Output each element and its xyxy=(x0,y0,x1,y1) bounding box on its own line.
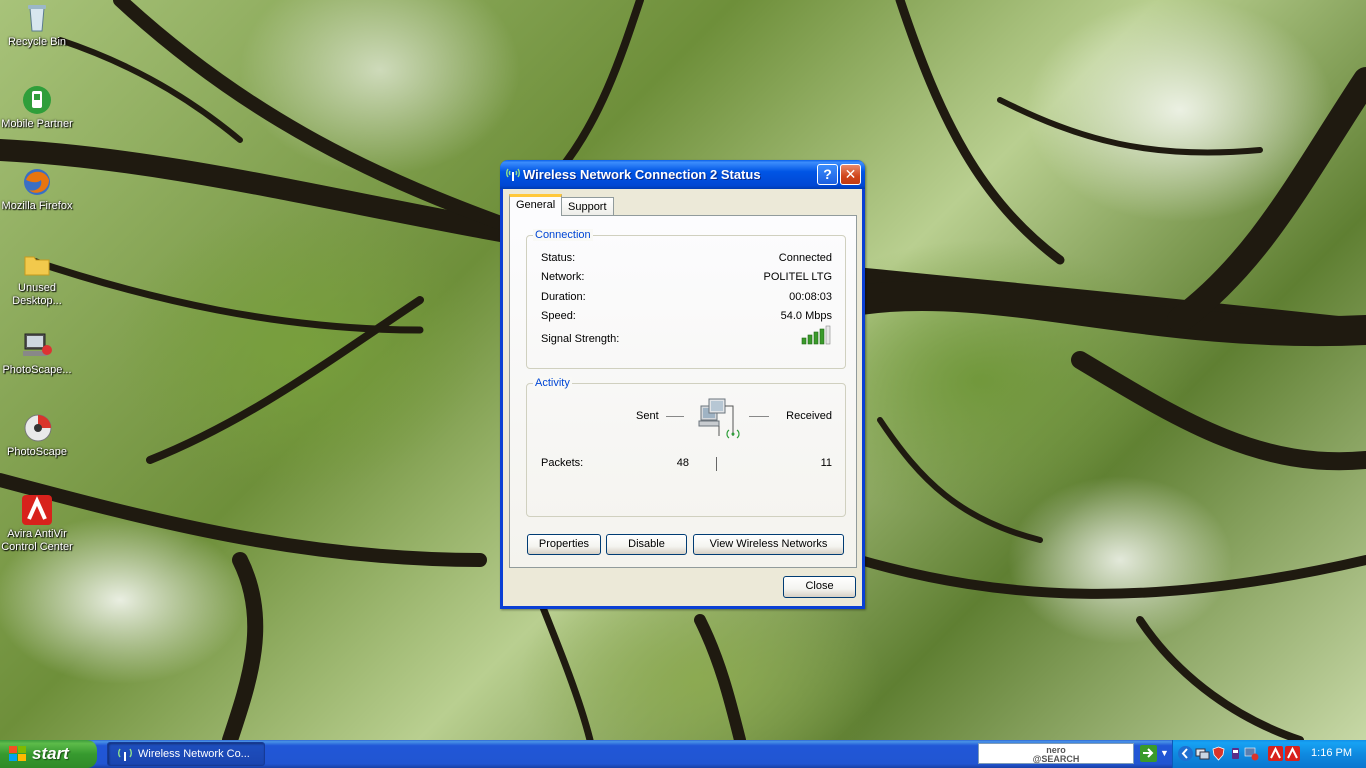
desktop-icon-label: Mobile Partner xyxy=(1,118,73,130)
received-line xyxy=(749,416,769,417)
nero-search-box[interactable]: nero @SEARCH xyxy=(978,743,1134,764)
nero-dropdown-icon[interactable]: ▼ xyxy=(1160,748,1169,758)
packets-label: Packets: xyxy=(541,457,584,469)
windows-logo-icon xyxy=(9,746,27,767)
tab-panel-general: Connection Status: Connected Network: PO… xyxy=(509,215,857,568)
recycle-bin-icon xyxy=(21,2,53,34)
tab-general[interactable]: General xyxy=(509,194,563,216)
signal-bar xyxy=(813,331,819,345)
photoscape-computer-icon xyxy=(21,330,53,362)
duration-value: 00:08:03 xyxy=(789,291,832,303)
packets-sent-value: 48 xyxy=(676,457,689,469)
help-button[interactable]: ? xyxy=(817,164,838,185)
nero-search-text: @SEARCH xyxy=(1032,754,1080,764)
taskbar-item-label: Wireless Network Co... xyxy=(138,748,250,760)
network-value: POLITEL LTG xyxy=(763,271,832,283)
desktop-icon-label: Avira AntiVir Control Center xyxy=(1,528,73,553)
desktop-icon-label: Mozilla Firefox xyxy=(1,200,73,212)
duration-label: Duration: xyxy=(541,291,586,303)
wireless-network-icon xyxy=(117,747,133,764)
activity-group-title: Activity xyxy=(533,377,572,389)
system-tray: 1:16 PM xyxy=(1172,740,1366,768)
network-tray-icon[interactable] xyxy=(1195,746,1210,761)
status-value: Connected xyxy=(778,252,832,264)
chevron-left-icon[interactable] xyxy=(1178,746,1193,761)
disable-button[interactable]: Disable xyxy=(606,534,687,555)
firefox-icon xyxy=(21,166,53,198)
speed-value: 54.0 Mbps xyxy=(780,310,832,322)
start-label: start xyxy=(32,744,69,763)
signal-bar xyxy=(807,334,813,345)
desktop-icon-firefox[interactable]: Mozilla Firefox xyxy=(0,166,74,213)
security-shield-icon[interactable] xyxy=(1211,746,1226,761)
network-computers-icon xyxy=(697,396,741,447)
wireless-network-icon xyxy=(505,167,521,184)
received-label: Received xyxy=(786,410,832,422)
desktop-icon-label: Unused Desktop... xyxy=(12,282,62,307)
taskbar-item-wireless-status[interactable]: Wireless Network Co... xyxy=(107,742,265,766)
close-x-button[interactable]: ✕ xyxy=(840,164,861,185)
close-button[interactable]: Close xyxy=(783,576,856,598)
photoscape-icon xyxy=(21,412,53,444)
connection-group-title: Connection xyxy=(533,229,593,241)
tab-support[interactable]: Support xyxy=(561,197,614,217)
packets-received-value: 11 xyxy=(820,457,832,469)
sent-line xyxy=(666,416,684,417)
desktop-icon-mobile-partner[interactable]: Mobile Partner xyxy=(0,84,74,131)
network-label: Network: xyxy=(541,271,585,283)
clock[interactable]: 1:16 PM xyxy=(1311,747,1352,759)
packets-divider xyxy=(716,457,717,471)
desktop-icon-photoscape-2[interactable]: PhotoScape xyxy=(0,412,74,459)
usb-device-icon[interactable] xyxy=(1228,746,1243,761)
speed-label: Speed: xyxy=(541,310,576,322)
signal-bar xyxy=(801,337,807,345)
avira-guard-icon[interactable] xyxy=(1285,746,1300,761)
desktop-icon-label: PhotoScape... xyxy=(2,364,72,376)
folder-icon xyxy=(21,248,53,280)
signal-strength-bars-icon xyxy=(800,325,832,348)
desktop-icon-recycle-bin[interactable]: Recycle Bin xyxy=(0,2,74,49)
view-wireless-networks-button[interactable]: View Wireless Networks xyxy=(693,534,844,555)
sent-label: Sent xyxy=(636,410,659,422)
activity-group: Activity Sent Received Packets: 48 11 xyxy=(526,377,846,517)
mobile-partner-icon xyxy=(21,84,53,116)
start-button[interactable]: start xyxy=(0,740,97,768)
avira-icon xyxy=(21,494,53,526)
signal-strength-label: Signal Strength: xyxy=(541,333,620,345)
signal-bar xyxy=(825,325,831,345)
desktop-icon-avira[interactable]: Avira AntiVir Control Center xyxy=(0,494,74,554)
properties-button[interactable]: Properties xyxy=(527,534,601,555)
desktop-icon-unused-desktop[interactable]: Unused Desktop... xyxy=(0,248,74,308)
dialog-title: Wireless Network Connection 2 Status xyxy=(523,167,761,182)
computer-alert-icon[interactable] xyxy=(1244,746,1259,761)
desktop-icon-photoscape-1[interactable]: PhotoScape... xyxy=(0,330,74,377)
status-label: Status: xyxy=(541,252,576,264)
desktop-icon-label: Recycle Bin xyxy=(7,36,67,48)
desktop-icon-label: PhotoScape xyxy=(7,446,67,458)
taskbar: start Wireless Network Co... nero @SEARC… xyxy=(0,740,1366,768)
nero-search-go-icon[interactable] xyxy=(1140,745,1157,762)
wireless-status-dialog: Wireless Network Connection 2 Status ? ✕… xyxy=(500,160,865,609)
avira-tray-icon[interactable] xyxy=(1268,746,1283,761)
connection-group: Connection Status: Connected Network: PO… xyxy=(526,229,846,369)
dialog-titlebar[interactable]: Wireless Network Connection 2 Status ? ✕ xyxy=(500,160,865,189)
signal-bar xyxy=(819,328,825,345)
